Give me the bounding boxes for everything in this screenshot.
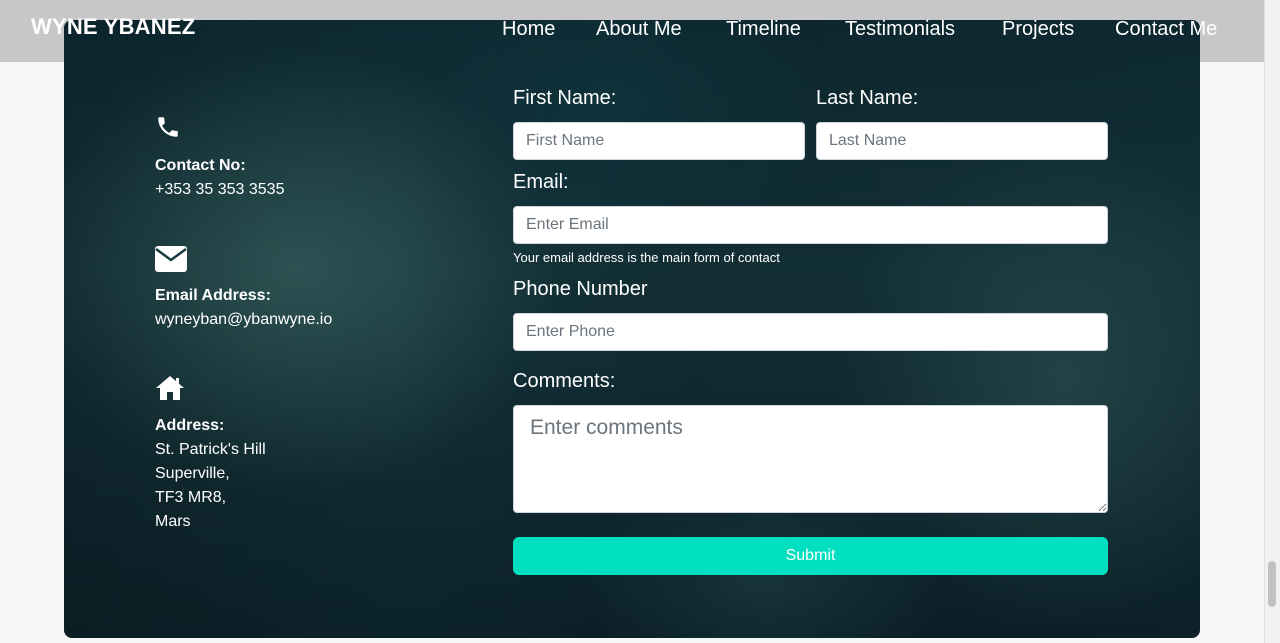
- email-value: wyneyban@ybanwyne.io: [155, 311, 333, 328]
- first-name-input[interactable]: [513, 122, 805, 160]
- phone-icon: [155, 114, 181, 145]
- page-scrollbar[interactable]: [1264, 0, 1280, 643]
- first-name-label: First Name:: [513, 87, 617, 109]
- submit-button[interactable]: Submit: [513, 537, 1108, 575]
- last-name-label: Last Name:: [816, 87, 919, 109]
- email-label: Email Address:: [155, 287, 271, 304]
- email-label: Email:: [513, 171, 569, 193]
- email-help-text: Your email address is the main form of c…: [513, 250, 780, 265]
- address-line: Superville,: [155, 465, 230, 482]
- nav-testimonials[interactable]: Testimonials: [845, 18, 955, 41]
- phone-label: Phone Number: [513, 278, 648, 300]
- nav-home[interactable]: Home: [502, 18, 555, 41]
- envelope-icon: [155, 246, 187, 277]
- phone-input[interactable]: [513, 313, 1108, 351]
- comments-textarea[interactable]: [513, 405, 1108, 513]
- nav-projects[interactable]: Projects: [1002, 18, 1074, 41]
- email-input[interactable]: [513, 206, 1108, 244]
- brand-logo[interactable]: WYNE YBANEZ: [31, 14, 195, 40]
- nav-about-me[interactable]: About Me: [596, 18, 682, 41]
- address-line: St. Patrick's Hill: [155, 441, 266, 458]
- nav-timeline[interactable]: Timeline: [726, 18, 801, 41]
- home-icon: [155, 375, 185, 406]
- phone-label: Contact No:: [155, 157, 246, 174]
- address-label: Address:: [155, 417, 225, 434]
- address-line: Mars: [155, 513, 191, 530]
- comments-label: Comments:: [513, 370, 616, 392]
- last-name-input[interactable]: [816, 122, 1108, 160]
- phone-value: +353 35 353 3535: [155, 181, 285, 198]
- scrollbar-thumb[interactable]: [1268, 561, 1276, 607]
- address-line: TF3 MR8,: [155, 489, 227, 506]
- nav-contact-me[interactable]: Contact Me: [1115, 18, 1217, 41]
